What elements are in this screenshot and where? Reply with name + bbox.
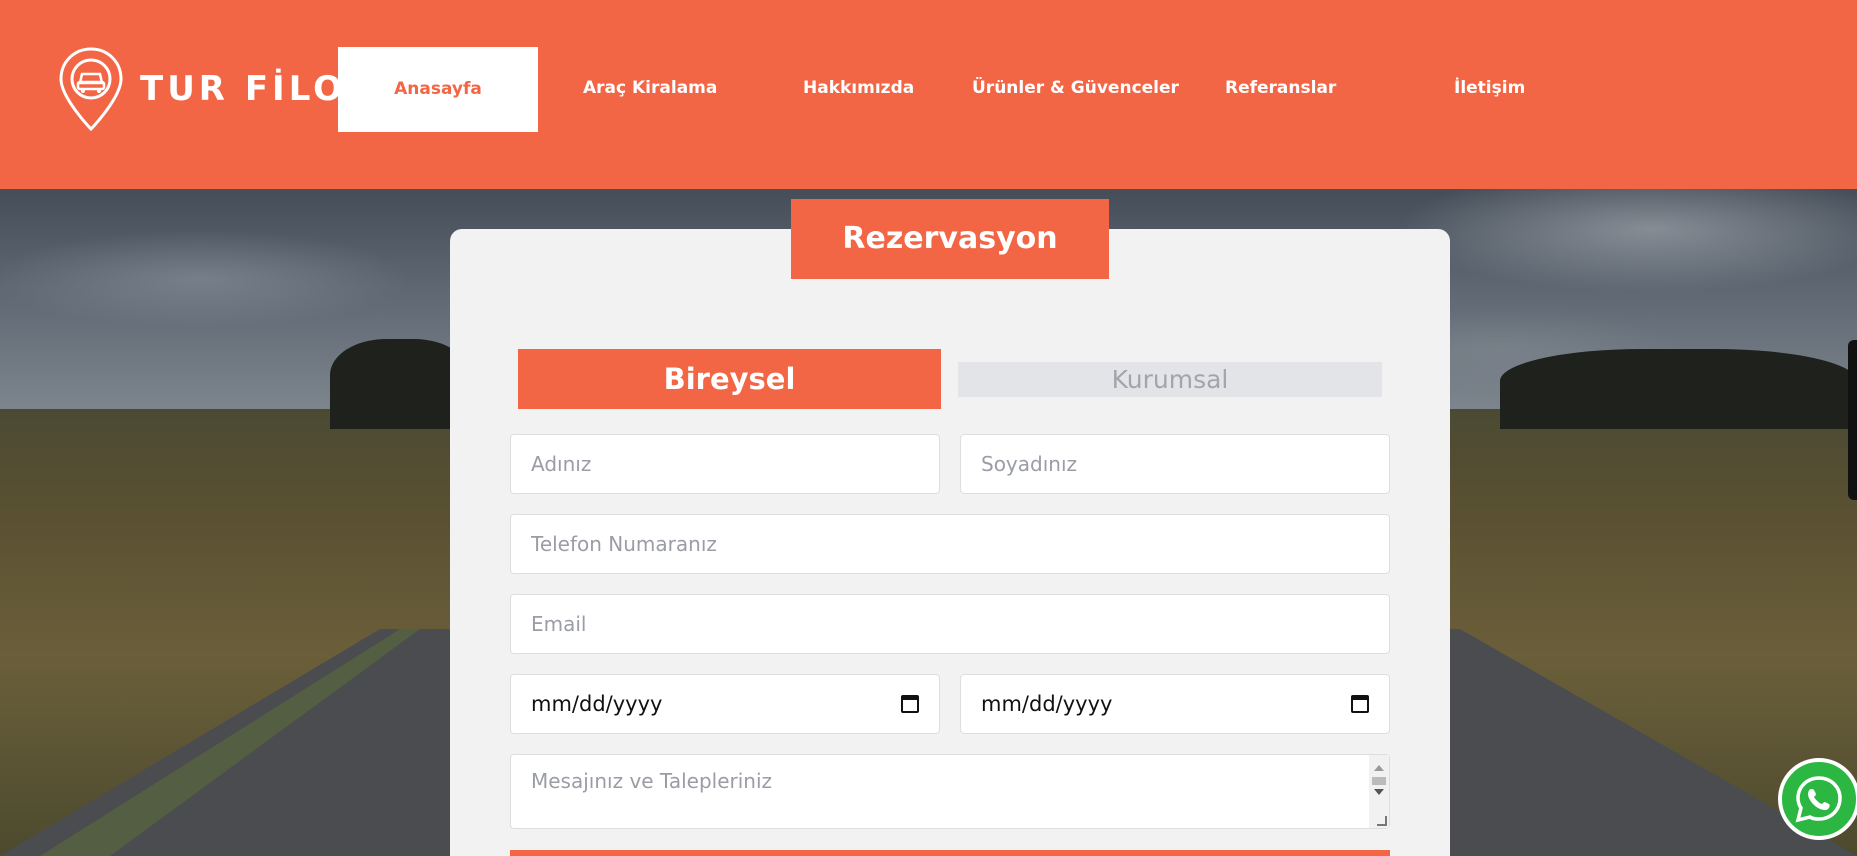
whatsapp-button[interactable] bbox=[1778, 758, 1857, 840]
message-placeholder: Mesajınız ve Talepleriniz bbox=[531, 769, 773, 793]
nav-item-arac-kiralama[interactable]: Araç Kiralama bbox=[583, 78, 717, 98]
submit-button[interactable] bbox=[510, 850, 1390, 856]
first-name-input[interactable] bbox=[510, 434, 940, 494]
brand-name: TUR FİLO bbox=[140, 69, 347, 109]
calendar-icon[interactable] bbox=[1351, 695, 1369, 713]
resize-handle-icon[interactable] bbox=[1377, 816, 1387, 826]
email-input[interactable] bbox=[510, 594, 1390, 654]
start-date-value: mm/dd/yyyy bbox=[531, 692, 663, 716]
scroll-down-icon[interactable] bbox=[1374, 789, 1384, 795]
textarea-scrollbar[interactable] bbox=[1369, 755, 1389, 828]
nav-item-referanslar[interactable]: Referanslar bbox=[1225, 78, 1336, 98]
side-tab[interactable] bbox=[1848, 340, 1857, 500]
nav-item-urunler-guvenceler[interactable]: Ürünler & Güvenceler bbox=[972, 78, 1179, 98]
scroll-up-icon[interactable] bbox=[1374, 765, 1384, 771]
tab-kurumsal[interactable]: Kurumsal bbox=[958, 362, 1382, 397]
scroll-thumb[interactable] bbox=[1372, 777, 1386, 785]
last-name-input[interactable] bbox=[960, 434, 1390, 494]
end-date-input[interactable]: mm/dd/yyyy bbox=[960, 674, 1390, 734]
nav-item-iletisim[interactable]: İletişim bbox=[1454, 78, 1525, 98]
phone-input[interactable] bbox=[510, 514, 1390, 574]
calendar-icon[interactable] bbox=[901, 695, 919, 713]
tab-bireysel[interactable]: Bireysel bbox=[518, 349, 941, 409]
start-date-input[interactable]: mm/dd/yyyy bbox=[510, 674, 940, 734]
nav-item-anasayfa[interactable]: Anasayfa bbox=[338, 47, 538, 132]
whatsapp-icon bbox=[1795, 776, 1842, 823]
nav-item-hakkimizda[interactable]: Hakkımızda bbox=[803, 78, 914, 98]
brand-logo[interactable]: TUR FİLO bbox=[58, 46, 346, 132]
location-pin-car-icon bbox=[59, 47, 123, 132]
site-header: TUR FİLO Anasayfa Araç Kiralama Hakkımız… bbox=[0, 0, 1857, 189]
reservation-title: Rezervasyon bbox=[791, 199, 1109, 279]
end-date-value: mm/dd/yyyy bbox=[981, 692, 1113, 716]
message-textarea[interactable]: Mesajınız ve Talepleriniz bbox=[510, 754, 1390, 829]
